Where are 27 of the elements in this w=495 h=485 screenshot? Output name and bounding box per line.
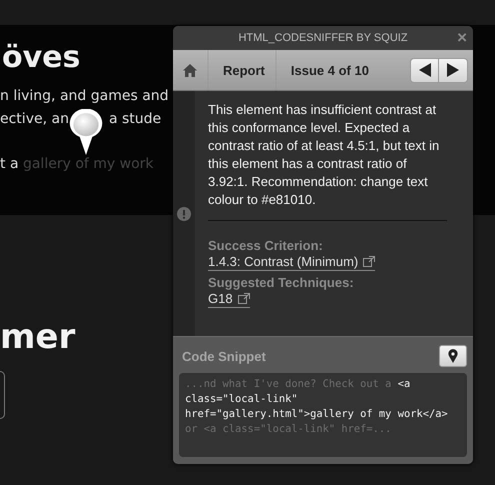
warning-icon [177,206,191,220]
next-button[interactable] [439,58,468,82]
reference-link[interactable]: 1.4.3: Contrast (Minimum) [208,254,376,271]
external-link-icon [238,293,250,304]
body-text: n living, and games and [0,87,170,106]
previous-button[interactable] [410,58,439,82]
snippet-title: Code Snippet [182,348,266,364]
breadcrumb: Issue 4 of 10 [290,62,369,78]
body-text: ective, an [0,110,69,129]
body-text: a stude [108,110,162,129]
page-heading: öves [2,43,80,73]
issue-message: This element has insufficient contrast at this conformance level. Expected a contrast ratio of at least 4.5:1, but text in this element has a contrast ratio of 3.92:1. Recommendation: change text colour to #e81010. [208,101,440,209]
left-triangle-icon [418,63,430,77]
locate-button[interactable] [439,345,467,367]
map-pin-icon [448,349,458,363]
section-label: Success Criterion: [208,238,324,253]
panel-title: HTML_CODESNIFFER BY SQUIZ [238,32,408,44]
section-heading: mer [0,320,76,354]
map-pin-icon [68,109,104,155]
external-link-icon [363,256,376,267]
page-button[interactable] [0,371,5,419]
home-icon[interactable] [183,64,197,76]
breadcrumb[interactable]: Report [223,62,265,78]
reference-link[interactable]: G18 [208,291,250,308]
right-triangle-icon [447,63,459,77]
section-label: Suggested Techniques: [208,275,355,290]
code-snippet: ...nd what I've done? Check out a <a class="local-link" href="gallery.html">gallery of my work</a> or <a class="local-link" href=... [179,373,467,457]
